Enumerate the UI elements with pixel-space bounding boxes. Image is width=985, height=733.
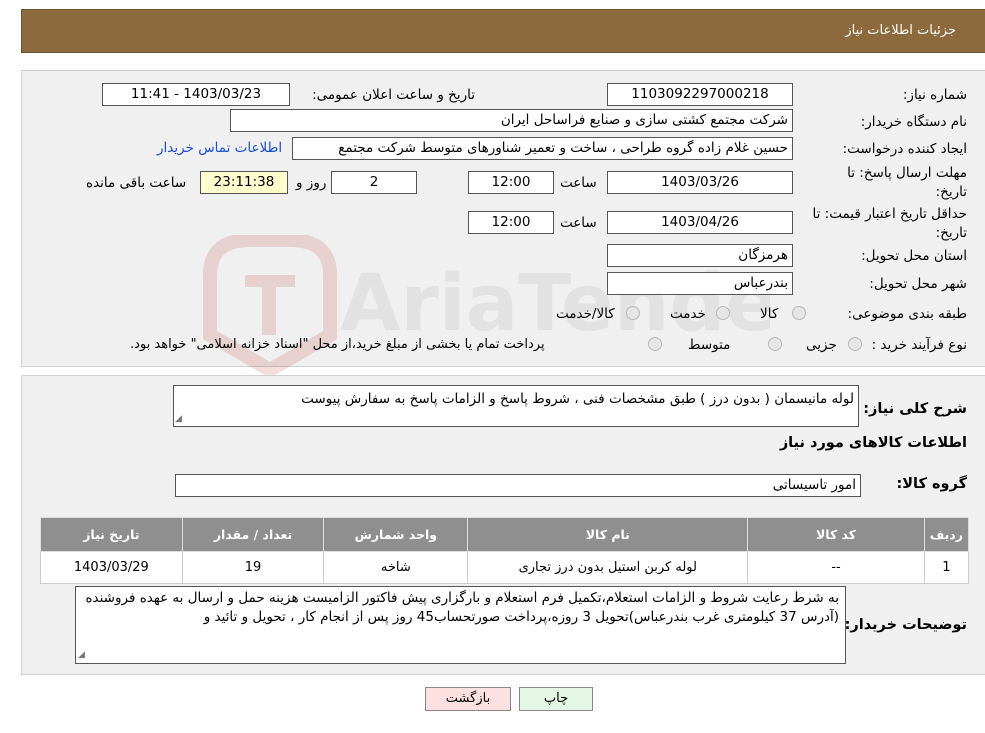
remaining-label: ساعت باقی مانده — [86, 175, 187, 191]
process-option-medium: متوسط — [688, 337, 731, 353]
reply-deadline-label: مهلت ارسال پاسخ: تا — [847, 165, 967, 181]
goods-group-field: امور تاسیساتی — [175, 474, 861, 497]
goods-section-title: اطلاعات کالاهای مورد نیاز — [779, 435, 967, 451]
creator-label: ایجاد کننده درخواست: — [842, 141, 967, 157]
col-row-number: ردیف — [923, 517, 970, 552]
cell-need-date: 1403/03/29 — [40, 551, 183, 584]
back-button[interactable]: بازگشت — [425, 687, 511, 711]
print-button[interactable]: چاپ — [519, 687, 593, 711]
creator-field: حسین غلام زاده گروه طراحی ، ساخت و تعمیر… — [292, 137, 793, 160]
reply-time-field: 12:00 — [468, 171, 554, 194]
announce-field: 1403/03/23 - 11:41 — [102, 83, 290, 106]
province-field: هرمزگان — [607, 244, 793, 267]
description-field: لوله مانیسمان ( بدون درز ) طبق مشخصات فن… — [173, 385, 859, 427]
city-label: شهر محل تحویل: — [869, 276, 967, 292]
table-header-row: ردیف کد کالا نام کالا واحد شمارش تعداد /… — [40, 517, 970, 552]
days-label: روز و — [296, 175, 327, 191]
page-header: جزئیات اطلاعات نیاز — [21, 9, 985, 53]
validity-time-label: ساعت — [560, 215, 597, 231]
process-label: نوع فرآیند خرید : — [871, 337, 967, 353]
reply-time-label: ساعت — [560, 175, 597, 191]
cell-row-number: 1 — [923, 551, 970, 584]
category-label: طبقه بندی موضوعی: — [847, 306, 967, 322]
need-number-label: شماره نیاز: — [902, 87, 967, 103]
price-validity-label: حداقل تاریخ اعتبار قیمت: تا — [812, 206, 967, 222]
col-item-name: نام کالا — [467, 517, 749, 552]
remaining-time-field: 23:11:38 — [200, 171, 288, 194]
cell-quantity: 19 — [181, 551, 325, 584]
reply-deadline-label-2: تاریخ: — [935, 184, 967, 200]
cell-item-name: لوله کربن استیل بدون درز تجاری — [467, 551, 749, 584]
category-radio-goods[interactable] — [792, 306, 806, 320]
page-title: جزئیات اطلاعات نیاز — [845, 23, 956, 38]
city-field: بندرعباس — [607, 272, 793, 295]
reply-date-field: 1403/03/26 — [607, 171, 793, 194]
days-field: 2 — [331, 171, 417, 194]
col-item-code: کد کالا — [747, 517, 925, 552]
price-validity-label-2: تاریخ: — [935, 225, 967, 241]
buyer-org-field: شرکت مجتمع کشتی سازی و صنایع فراساحل ایر… — [230, 109, 793, 132]
validity-time-field: 12:00 — [468, 211, 554, 234]
buyer-notes-resize-icon[interactable]: ◢ — [78, 650, 85, 660]
buyer-notes-field: به شرط رعایت شروط و الزامات استعلام،تکمی… — [75, 586, 846, 664]
goods-group-label: گروه کالا: — [896, 476, 967, 492]
province-label: استان محل تحویل: — [861, 248, 967, 264]
process-option-minor: جزیی — [806, 337, 837, 353]
category-radio-both[interactable] — [626, 306, 640, 320]
col-need-date: تاریخ نیاز — [40, 517, 183, 552]
buyer-notes-label: توضیحات خریدار: — [844, 617, 967, 633]
announce-label: تاریخ و ساعت اعلان عمومی: — [312, 87, 475, 103]
process-radio-treasury[interactable] — [648, 337, 662, 351]
buyer-contact-link[interactable]: اطلاعات تماس خریدار — [157, 140, 282, 156]
cell-unit: شاخه — [323, 551, 469, 584]
validity-date-field: 1403/04/26 — [607, 211, 793, 234]
description-label: شرح کلی نیاز: — [863, 401, 967, 417]
category-radio-service[interactable] — [716, 306, 730, 320]
col-quantity: تعداد / مقدار — [181, 517, 325, 552]
need-number-field: 1103092297000218 — [607, 83, 793, 106]
category-option-service: خدمت — [670, 306, 706, 322]
process-note: پرداخت تمام یا بخشی از مبلغ خرید،از محل … — [130, 337, 545, 352]
category-option-goods: کالا — [760, 306, 779, 322]
process-radio-minor[interactable] — [848, 337, 862, 351]
col-unit: واحد شمارش — [323, 517, 469, 552]
buyer-org-label: نام دستگاه خریدار: — [860, 114, 967, 130]
process-radio-medium[interactable] — [768, 337, 782, 351]
description-resize-icon[interactable]: ◢ — [175, 414, 182, 424]
category-option-both: کالا/خدمت — [556, 306, 615, 322]
cell-item-code: -- — [747, 551, 925, 584]
items-table: ردیف کد کالا نام کالا واحد شمارش تعداد /… — [40, 517, 970, 584]
table-row: 1 -- لوله کربن استیل بدون درز تجاری شاخه… — [40, 551, 970, 584]
